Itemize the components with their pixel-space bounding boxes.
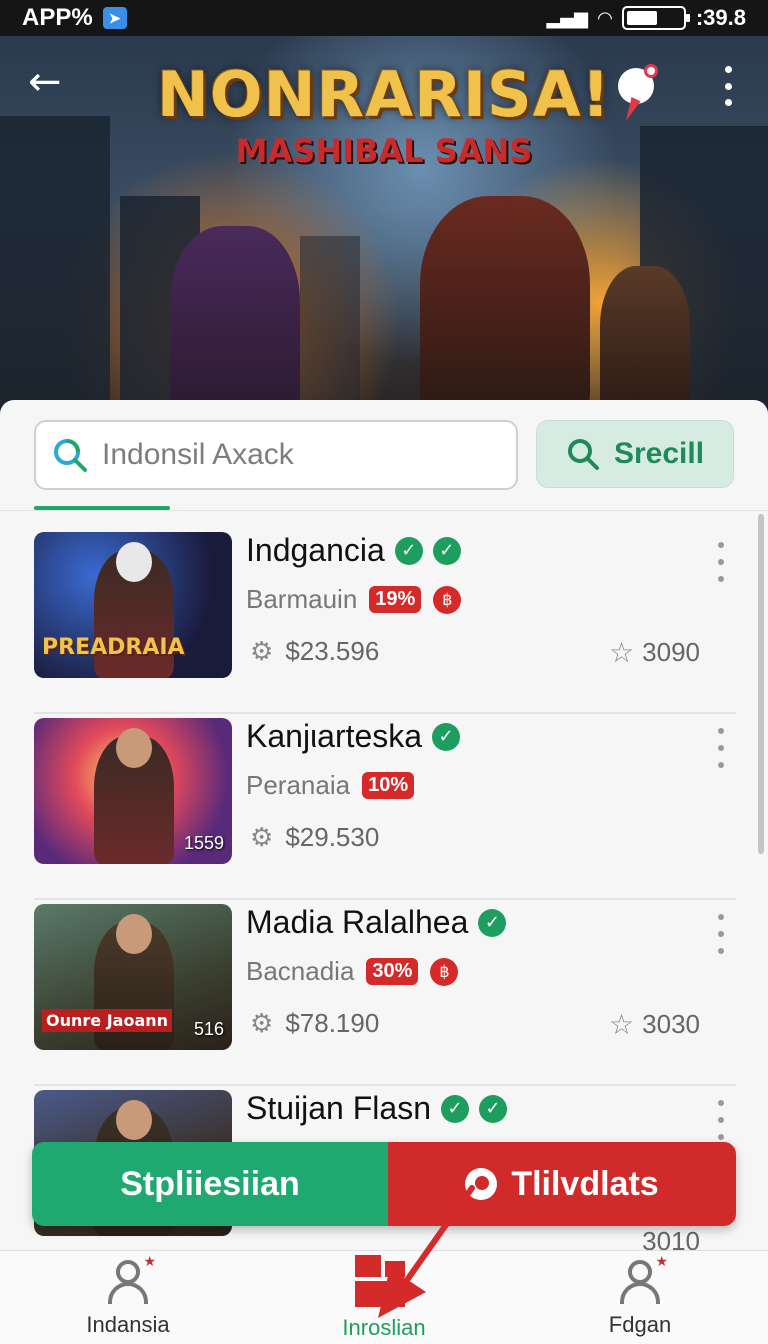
pin-icon[interactable] xyxy=(618,64,658,104)
item-title: Indgancia xyxy=(246,532,385,568)
currency-alert-icon: ฿ xyxy=(433,585,462,614)
action-bar: Stpliiesiian Tlilvdlats xyxy=(32,1142,736,1226)
nav-label: Indansia xyxy=(86,1311,170,1337)
more-options-icon[interactable] xyxy=(716,542,726,582)
item-price: $78.190 xyxy=(285,1008,380,1038)
thumbnail-count: 1559 xyxy=(183,833,224,853)
secondary-action-button[interactable]: Tlilvdlats xyxy=(388,1142,736,1226)
price-row: ⚙ $78.190 xyxy=(250,1008,379,1039)
bottom-nav: ★ Indansia Inroslian ★ Fdgan xyxy=(0,1250,768,1344)
share-icon: ➤ xyxy=(102,7,127,29)
nav-label: Fdgan xyxy=(608,1311,672,1337)
nav-label: Inroslian xyxy=(342,1314,426,1340)
item-title: Kanjιarteska xyxy=(246,718,423,754)
item-subtitle: Bacnadia xyxy=(246,956,355,986)
search-row: Srecill xyxy=(34,420,734,490)
item-title: Stuijan Flasn xyxy=(246,1090,431,1126)
item-subtitle-row: Bacnadia 30% ฿ xyxy=(246,956,459,987)
price-row: ⚙ $23.596 xyxy=(250,636,379,667)
gear-icon: ⚙ xyxy=(250,1008,274,1039)
content-sheet: Srecill PREADRAIA Indgancia ✓ ✓ Barmauin… xyxy=(0,400,768,1256)
more-options-icon[interactable] xyxy=(716,728,726,768)
more-vertical-icon[interactable] xyxy=(716,66,740,106)
search-icon xyxy=(567,439,599,470)
item-rating: 3030 xyxy=(642,1009,700,1039)
search-button[interactable]: Srecill xyxy=(536,420,734,488)
nav-item-indansia[interactable]: ★ Indansia xyxy=(0,1251,256,1344)
item-title-row: Stuijan Flasn ✓ ✓ xyxy=(246,1090,507,1127)
item-title-row: Madia Ralalhea ✓ xyxy=(246,904,507,941)
verified-check-icon: ✓ xyxy=(394,536,423,565)
user-icon: ★ xyxy=(104,1254,156,1306)
app-label: APP% xyxy=(22,4,93,31)
gear-icon: ⚙ xyxy=(250,822,274,853)
game-thumbnail: 1559 xyxy=(34,718,232,864)
verified-check-icon: ✓ xyxy=(478,908,507,937)
secondary-action-label: Tlilvdlats xyxy=(511,1164,659,1203)
thumbnail-count: 516 xyxy=(193,1019,224,1039)
primary-action-button[interactable]: Stpliiesiian xyxy=(32,1142,388,1226)
divider xyxy=(0,510,768,511)
scrollbar[interactable] xyxy=(758,514,764,854)
item-title-row: Kanjιarteska ✓ xyxy=(246,718,461,755)
item-subtitle-row: Peranaia 10% xyxy=(246,770,415,801)
item-subtitle-row: Barmauin 19% ฿ xyxy=(246,584,462,615)
search-button-label: Srecill xyxy=(613,437,705,470)
blocks-icon xyxy=(355,1254,413,1309)
list-item[interactable]: 1559 Kanjιarteska ✓ Peranaia 10% ⚙ $29.5… xyxy=(34,714,736,900)
star-icon: ☆ xyxy=(609,636,635,669)
item-price: $23.596 xyxy=(285,636,380,666)
item-price: $29.530 xyxy=(285,822,380,852)
status-time: :39.8 xyxy=(695,5,746,30)
back-arrow-icon[interactable]: ← xyxy=(28,62,68,102)
hero-banner: NONRARISA! MASHIBAL SANS xyxy=(0,36,768,416)
item-subtitle: Barmauin xyxy=(246,584,358,614)
list-item[interactable]: Ounre Jaoann 516 Madia Ralalhea ✓ Bacnad… xyxy=(34,900,736,1086)
clock-icon xyxy=(465,1168,498,1200)
list-item[interactable]: PREADRAIA Indgancia ✓ ✓ Barmauin 19% ฿ ⚙… xyxy=(34,528,736,714)
more-options-icon[interactable] xyxy=(716,1100,726,1140)
discount-badge: 19% xyxy=(369,586,422,613)
verified-check-icon: ✓ xyxy=(432,722,461,751)
verified-check-icon: ✓ xyxy=(478,1094,507,1123)
user-icon: ★ xyxy=(616,1254,668,1306)
search-field[interactable] xyxy=(34,420,518,490)
discount-badge: 10% xyxy=(362,772,415,799)
search-icon xyxy=(54,439,87,472)
battery-icon xyxy=(621,6,690,30)
currency-alert-icon: ฿ xyxy=(430,957,459,986)
wifi-icon: ◠ xyxy=(598,7,612,29)
verified-check-icon: ✓ xyxy=(440,1094,469,1123)
item-rating: 3090 xyxy=(642,637,700,667)
discount-badge: 30% xyxy=(366,958,419,985)
game-thumbnail: Ounre Jaoann 516 xyxy=(34,904,232,1050)
game-thumbnail: PREADRAIA xyxy=(34,532,232,678)
search-input[interactable] xyxy=(102,438,482,472)
item-title-row: Indgancia ✓ ✓ xyxy=(246,532,461,569)
rating-row: ☆ 3090 xyxy=(609,636,700,669)
signal-icon: ▂▄▆ xyxy=(546,7,588,29)
verified-check-icon: ✓ xyxy=(432,536,461,565)
more-options-icon[interactable] xyxy=(716,914,726,954)
item-title: Madia Ralalhea xyxy=(246,904,469,940)
gear-icon: ⚙ xyxy=(250,636,274,667)
status-bar: APP% ➤ ▂▄▆ ◠ :39.8 xyxy=(0,0,768,36)
hero-subtitle: MASHIBAL SANS xyxy=(235,132,533,170)
item-subtitle: Peranaia xyxy=(246,770,351,800)
rating-row: ☆ 3030 xyxy=(609,1008,700,1041)
star-icon: ☆ xyxy=(609,1008,635,1041)
thumbnail-caption: Ounre Jaoann xyxy=(42,1009,173,1032)
thumbnail-caption: PREADRAIA xyxy=(42,635,185,660)
nav-item-fdgan[interactable]: ★ Fdgan xyxy=(512,1251,768,1344)
price-row: ⚙ $29.530 xyxy=(250,822,379,853)
primary-action-label: Stpliiesiian xyxy=(120,1164,300,1203)
nav-item-inroslian[interactable]: Inroslian xyxy=(256,1251,512,1344)
